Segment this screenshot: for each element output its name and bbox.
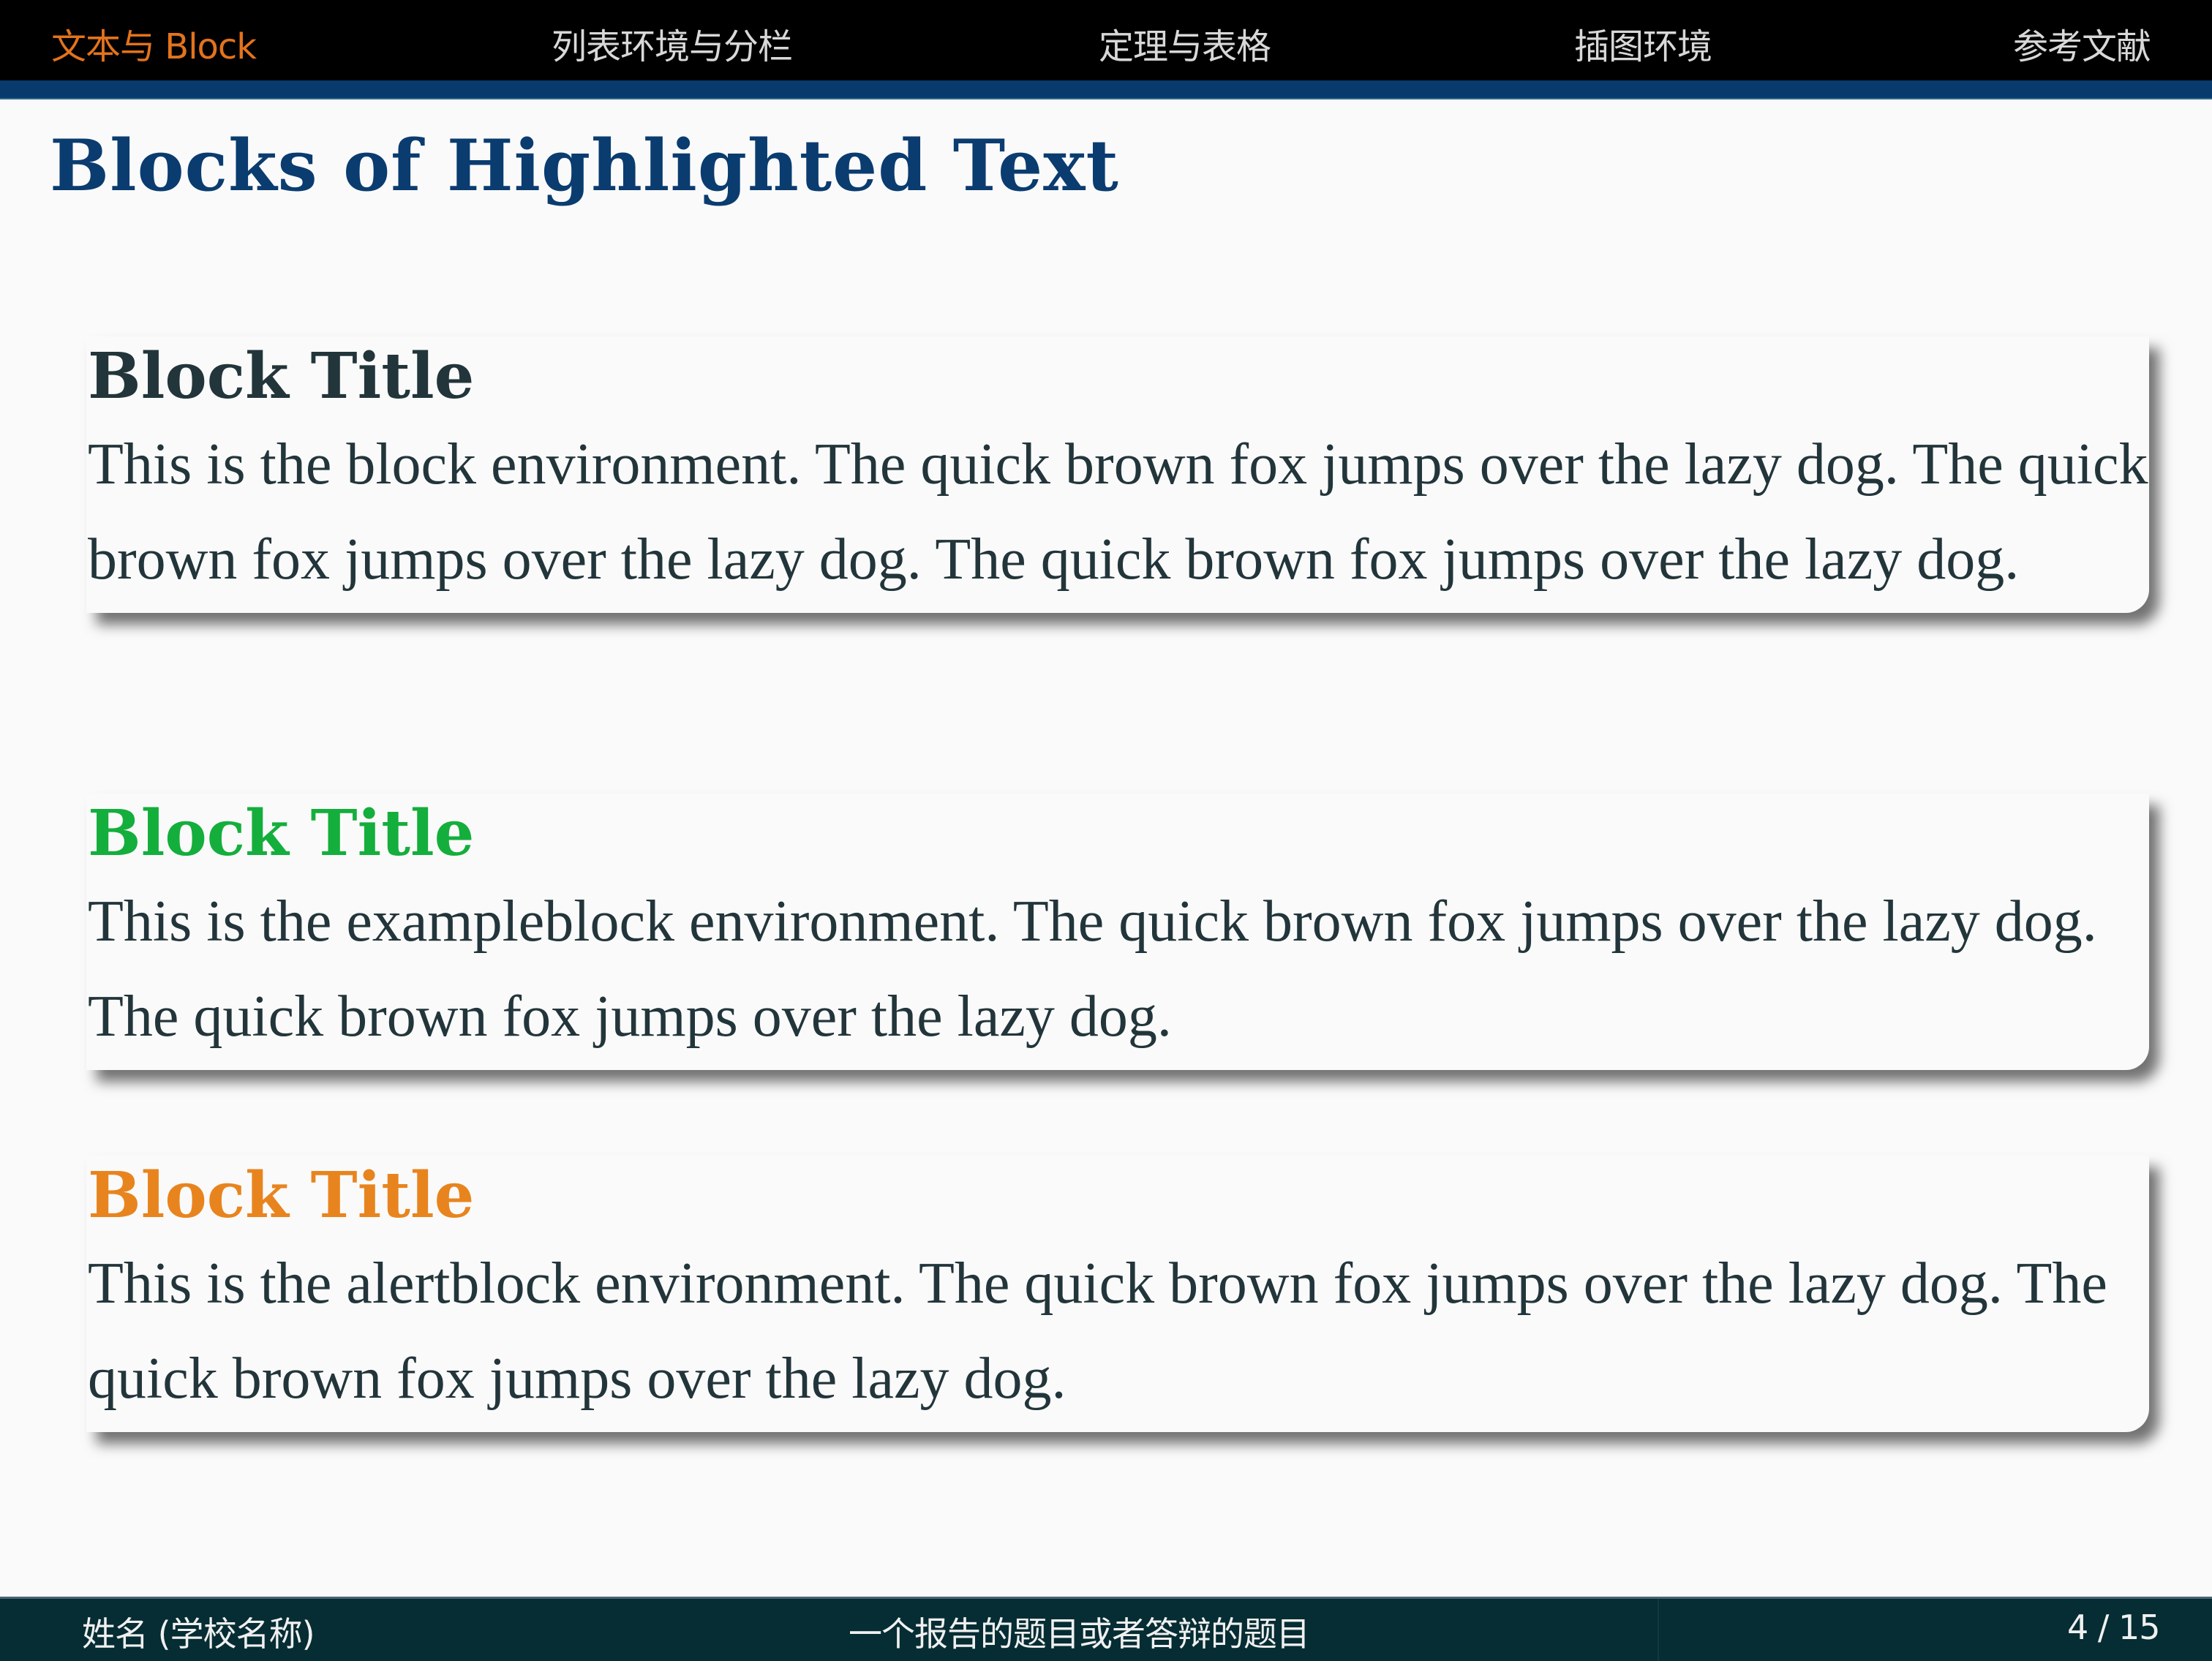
block-alert: Block Title This is the alertblock envir… [86, 1156, 2149, 1432]
page-number: 4 / 15 [2067, 1608, 2161, 1647]
section-navigation-bar: 文本与 Block 列表环境与分栏 定理与表格 插图环境 参考文献 [0, 0, 2212, 80]
block-example: Block Title This is the exampleblock env… [86, 794, 2149, 1070]
nav-item-references[interactable]: 参考文献 [2013, 18, 2151, 69]
header-accent-bar [0, 80, 2212, 99]
alertblock-title: Block Title [88, 1159, 475, 1232]
alertblock-body: This is the alertblock environment. The … [88, 1251, 2107, 1411]
footer-bar: 姓名 (学校名称) 一个报告的题目或者答辩的题目 4 / 15 [0, 1597, 2212, 1661]
block-body: This is the block environment. The quick… [88, 432, 2148, 592]
footer-author: 姓名 (学校名称) [82, 1614, 315, 1654]
block-standard: Block Title This is the block environmen… [86, 336, 2149, 613]
block-title: Block Title [88, 339, 475, 413]
nav-item-theorems-and-tables[interactable]: 定理与表格 [1099, 18, 1271, 69]
footer-divider [1658, 1599, 1659, 1661]
nav-item-text-and-block[interactable]: 文本与 Block [51, 18, 257, 69]
exampleblock-title: Block Title [88, 796, 475, 870]
nav-item-figures[interactable]: 插图环境 [1574, 18, 1712, 69]
nav-item-lists-and-columns[interactable]: 列表环境与分栏 [552, 18, 793, 69]
frame-title: Blocks of Highlighted Text [50, 124, 1119, 207]
footer-talk-title: 一个报告的题目或者答辩的题目 [849, 1614, 1310, 1654]
exampleblock-body: This is the exampleblock environment. Th… [88, 889, 2097, 1049]
